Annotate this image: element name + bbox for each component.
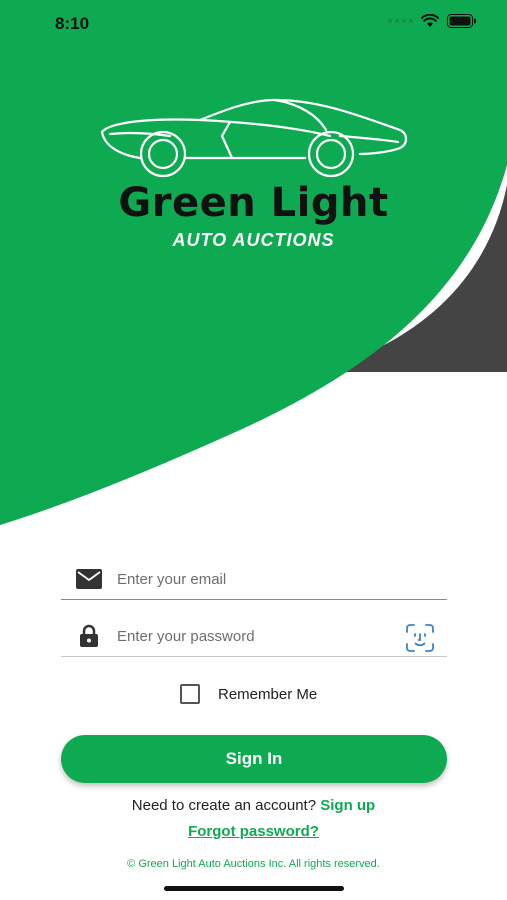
green-header [0,0,507,525]
face-id-icon[interactable] [405,623,435,653]
password-input[interactable] [117,623,397,649]
brand-title: Green Light [118,180,389,226]
copyright-text: © Green Light Auto Auctions Inc. All rig… [127,858,380,870]
mail-icon [75,568,103,590]
email-field[interactable] [61,558,447,600]
signal-icon [388,19,413,23]
remember-me[interactable]: Remember Me [180,684,317,704]
password-field[interactable] [61,615,447,657]
forgot-password-link[interactable]: Forgot password? [0,823,507,840]
remember-checkbox[interactable] [180,684,200,704]
remember-label: Remember Me [218,685,318,703]
lock-icon [75,624,103,647]
signup-prompt-line: Need to create an account? Sign up [0,797,507,814]
sign-in-button[interactable]: Sign In [61,735,447,783]
battery-icon [447,14,476,28]
status-bar: 8:10 [0,0,507,48]
status-icons [388,14,477,28]
status-time: 8:10 [55,14,90,33]
email-input[interactable] [117,566,397,592]
signup-prompt: Need to create an account? [131,797,317,814]
sign-up-link[interactable]: Sign up [320,797,375,814]
wifi-icon [421,14,439,27]
home-indicator [164,886,344,891]
brand-subtitle: AUTO AUCTIONS [172,230,335,250]
